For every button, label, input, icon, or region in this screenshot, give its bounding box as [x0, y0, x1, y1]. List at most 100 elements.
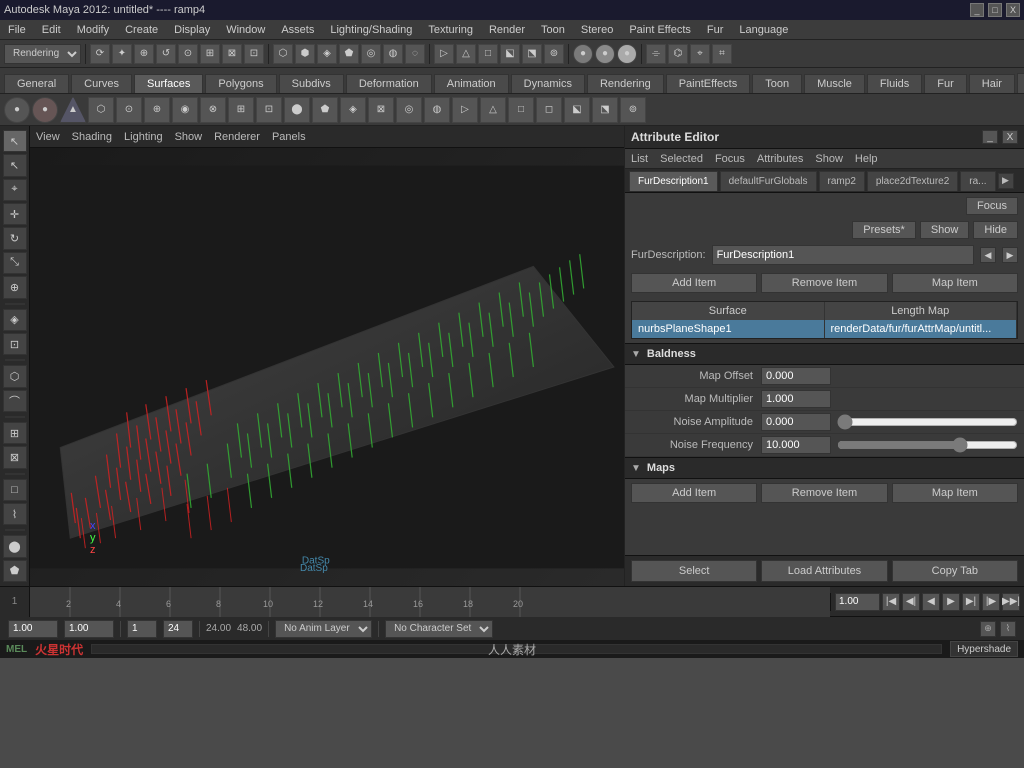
prev-frame-button[interactable]: ◀	[922, 593, 940, 611]
vp-menu-renderer[interactable]: Renderer	[214, 131, 260, 143]
universal-tool[interactable]: ⊕	[3, 276, 27, 298]
end-frame-input[interactable]	[163, 620, 193, 638]
menu-fur[interactable]: Fur	[699, 20, 732, 39]
shelf-icon-18[interactable]: △	[480, 97, 506, 123]
hide-button[interactable]: Hide	[973, 221, 1018, 239]
tool-icon-7[interactable]: ⊠	[222, 44, 242, 64]
shelf-icon-11[interactable]: ⬤	[284, 97, 310, 123]
maps-remove-item-button[interactable]: Remove Item	[761, 483, 887, 503]
tool-icon-1[interactable]: ⟳	[90, 44, 110, 64]
shelf-icon-7[interactable]: ◉	[172, 97, 198, 123]
shelf-icon-9[interactable]: ⊞	[228, 97, 254, 123]
anim-layer-selector[interactable]: No Anim Layer	[275, 620, 372, 638]
add-item-button[interactable]: Add Item	[631, 273, 757, 293]
attr-menu-attributes[interactable]: Attributes	[757, 153, 803, 165]
noise-amplitude-slider[interactable]	[837, 416, 1018, 428]
attr-minimize-button[interactable]: _	[982, 130, 998, 144]
render-tool[interactable]: □	[3, 479, 27, 501]
shelf-icon-17[interactable]: ▷	[452, 97, 478, 123]
table-row[interactable]: nurbsPlaneShape1 renderData/fur/furAttrM…	[632, 320, 1017, 338]
lasso-tool[interactable]: ⌖	[3, 179, 27, 201]
show-button[interactable]: Show	[920, 221, 970, 239]
menu-render[interactable]: Render	[481, 20, 533, 39]
measure-tool[interactable]: ⊠	[3, 446, 27, 468]
attr-menu-show[interactable]: Show	[815, 153, 843, 165]
menu-edit[interactable]: Edit	[34, 20, 69, 39]
attr-tab-more[interactable]: ra...	[960, 171, 995, 191]
tool-icon-8[interactable]: ⊡	[244, 44, 264, 64]
select-tool[interactable]: ↖	[3, 130, 27, 152]
tab-fur[interactable]: Fur	[924, 74, 967, 93]
camera-tool[interactable]: ⌇	[3, 503, 27, 525]
menu-toon[interactable]: Toon	[533, 20, 573, 39]
tab-general[interactable]: General	[4, 74, 69, 93]
tab-prev[interactable]: ◀	[1017, 73, 1024, 93]
viewport-canvas[interactable]: x y z DatSp x y z DatSp	[30, 148, 624, 586]
tool-icon-2[interactable]: ✦	[112, 44, 132, 64]
tab-deformation[interactable]: Deformation	[346, 74, 432, 93]
baldness-section-header[interactable]: ▼ Baldness	[625, 343, 1024, 365]
tool-icon-6[interactable]: ⊞	[200, 44, 220, 64]
attr-tab-ramp2[interactable]: ramp2	[819, 171, 865, 191]
close-button[interactable]: X	[1006, 3, 1020, 17]
shelf-icon-10[interactable]: ⊡	[256, 97, 282, 123]
attr-tab-place2dtexture[interactable]: place2dTexture2	[867, 171, 958, 191]
presets-button[interactable]: Presets*	[852, 221, 916, 239]
fur-desc-input[interactable]	[712, 245, 974, 265]
tab-animation[interactable]: Animation	[434, 74, 509, 93]
shelf-icon-21[interactable]: ⬕	[564, 97, 590, 123]
misc-tool2[interactable]: ⬟	[3, 560, 27, 582]
menu-modify[interactable]: Modify	[69, 20, 117, 39]
translate-tool[interactable]: ✛	[3, 203, 27, 225]
viewport[interactable]: View Shading Lighting Show Renderer Pane…	[30, 126, 624, 586]
noise-frequency-slider[interactable]	[837, 439, 1018, 451]
menu-paint-effects[interactable]: Paint Effects	[621, 20, 699, 39]
tool-icon-11[interactable]: ◈	[317, 44, 337, 64]
shelf-icon-12[interactable]: ⬟	[312, 97, 338, 123]
shelf-icon-2[interactable]: ●	[32, 97, 58, 123]
tab-toon[interactable]: Toon	[752, 74, 802, 93]
noise-amplitude-input[interactable]	[761, 413, 831, 431]
step-forward-button[interactable]: |▶	[982, 593, 1000, 611]
step-back-button[interactable]: ◀|	[902, 593, 920, 611]
show-hide-tool[interactable]: ⬡	[3, 365, 27, 387]
attr-tab-furdescription1[interactable]: FurDescription1	[629, 171, 718, 191]
timeline-ruler[interactable]: 2 4 6 8 10 12 14 16 18 20	[30, 587, 830, 617]
shelf-icon-13[interactable]: ◈	[340, 97, 366, 123]
rotate-tool[interactable]: ↻	[3, 227, 27, 249]
tool-icon-3[interactable]: ⊕	[134, 44, 154, 64]
step-forward-end-button[interactable]: ▶▶|	[1002, 593, 1020, 611]
vp-menu-shading[interactable]: Shading	[72, 131, 112, 143]
snap-tool[interactable]: ⊞	[3, 422, 27, 444]
maps-map-item-button[interactable]: Map Item	[892, 483, 1018, 503]
tab-fluids[interactable]: Fluids	[867, 74, 922, 93]
tool-icon-14[interactable]: ◍	[383, 44, 403, 64]
shelf-icon-6[interactable]: ⊕	[144, 97, 170, 123]
tool-icon-18[interactable]: □	[478, 44, 498, 64]
tab-subdivs[interactable]: Subdivs	[279, 74, 344, 93]
move-tool[interactable]: ↖	[3, 154, 27, 176]
frame-input[interactable]	[127, 620, 157, 638]
maximize-button[interactable]: □	[988, 3, 1002, 17]
select-button[interactable]: Select	[631, 560, 757, 582]
tab-polygons[interactable]: Polygons	[205, 74, 276, 93]
tool-icon-16[interactable]: ▷	[434, 44, 454, 64]
status-icon1[interactable]: ⊕	[980, 621, 996, 637]
tab-surfaces[interactable]: Surfaces	[134, 74, 203, 93]
map-offset-input[interactable]	[761, 367, 831, 385]
tool-icon-22[interactable]: ⌯	[646, 44, 666, 64]
attr-menu-focus[interactable]: Focus	[715, 153, 745, 165]
shelf-icon-19[interactable]: □	[508, 97, 534, 123]
attr-close-button[interactable]: X	[1002, 130, 1018, 144]
tool-icon-25[interactable]: ⌗	[712, 44, 732, 64]
menu-file[interactable]: File	[0, 20, 34, 39]
vp-menu-show[interactable]: Show	[175, 131, 203, 143]
tool-icon-9[interactable]: ⬡	[273, 44, 293, 64]
tab-curves[interactable]: Curves	[71, 74, 132, 93]
shelf-icon-5[interactable]: ⊙	[116, 97, 142, 123]
sphere-icon[interactable]: ●	[573, 44, 593, 64]
minimize-button[interactable]: _	[970, 3, 984, 17]
sculpt-tool[interactable]: ⊡	[3, 333, 27, 355]
sphere3-icon[interactable]: ●	[617, 44, 637, 64]
tool-icon-17[interactable]: △	[456, 44, 476, 64]
